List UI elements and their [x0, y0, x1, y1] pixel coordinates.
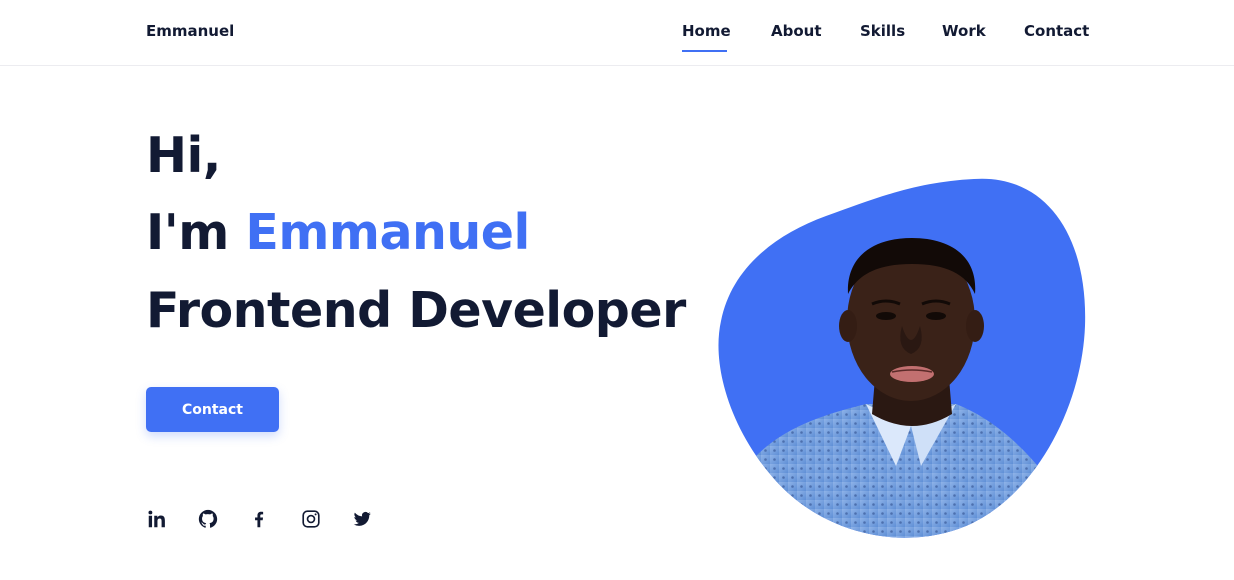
main-nav: Home About Skills Work Contact [0, 22, 1234, 52]
nav-link-work[interactable]: Work [942, 22, 986, 41]
github-icon[interactable] [197, 508, 219, 530]
profile-portrait [716, 176, 1088, 538]
hero-intro: I'm Emmanuel [146, 205, 530, 261]
hero-name: Emmanuel [245, 204, 530, 261]
active-nav-indicator [682, 50, 727, 52]
contact-button[interactable]: Contact [146, 387, 279, 432]
nav-link-skills[interactable]: Skills [860, 22, 905, 41]
nav-link-contact[interactable]: Contact [1024, 22, 1089, 41]
nav-link-home[interactable]: Home [682, 22, 731, 41]
hero-greeting: Hi, [146, 127, 221, 184]
site-header: Emmanuel Home About Skills Work Contact [0, 0, 1234, 66]
twitter-icon[interactable] [351, 508, 373, 530]
hero-intro-prefix: I'm [146, 204, 246, 261]
instagram-icon[interactable] [300, 508, 322, 530]
hero-role: Frontend Developer [146, 282, 686, 339]
linkedin-icon[interactable] [146, 508, 168, 530]
nav-link-about[interactable]: About [771, 22, 822, 41]
facebook-icon[interactable] [248, 508, 270, 530]
